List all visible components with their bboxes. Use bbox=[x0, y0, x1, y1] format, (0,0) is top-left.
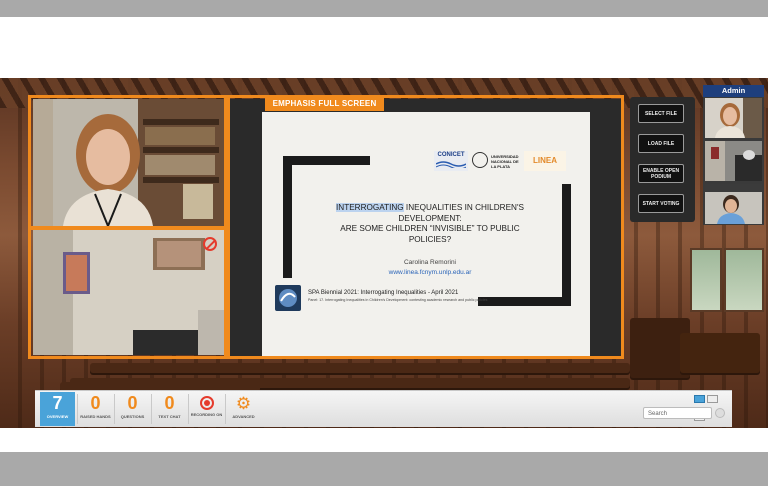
spa-logo-mark bbox=[279, 289, 297, 307]
overview-button[interactable]: 7 OVERVIEW bbox=[40, 392, 75, 426]
slide-footer-title: SPA Biennial 2021: Interrogating Inequal… bbox=[308, 290, 459, 296]
advanced-button[interactable]: ⚙ ADVANCED bbox=[226, 392, 261, 426]
recording-label: RECORDING ON bbox=[190, 412, 223, 417]
participant-video bbox=[705, 141, 762, 181]
load-file-button[interactable]: LOAD FILE bbox=[638, 134, 684, 153]
questions-label: QUESTIONS bbox=[120, 414, 145, 419]
slide-footer-subtitle: Panel: 17. Interrogating Inequalities in… bbox=[308, 298, 488, 302]
overview-count: 7 bbox=[52, 393, 63, 413]
enable-open-podium-button[interactable]: ENABLE OPEN PODIUM bbox=[638, 164, 684, 183]
emphasis-full-screen-button[interactable]: EMPHASIS FULL SCREEN bbox=[265, 96, 384, 111]
admin-video bbox=[705, 98, 762, 138]
video-tile-room[interactable] bbox=[33, 230, 224, 355]
slide-title: INTERROGATING INEQUALITIES IN CHILDREN'S… bbox=[336, 203, 524, 244]
video-tile-presenter[interactable] bbox=[33, 99, 224, 226]
participant-video-tile[interactable] bbox=[705, 184, 762, 224]
record-icon bbox=[199, 396, 214, 410]
grid-view-icon[interactable] bbox=[694, 395, 705, 403]
select-file-button[interactable]: SELECT FILE bbox=[638, 104, 684, 123]
search-icon[interactable] bbox=[715, 408, 725, 418]
linea-logo: LINEA bbox=[524, 151, 566, 171]
view-mode-switcher[interactable] bbox=[694, 395, 728, 421]
bottom-band bbox=[0, 452, 768, 486]
participant-video-tile[interactable] bbox=[705, 141, 762, 181]
conicet-waves bbox=[436, 161, 466, 168]
seat-block bbox=[680, 333, 760, 373]
text-chat-button[interactable]: 0 TEXT CHAT bbox=[152, 392, 187, 426]
slide-author: Carolina Remorini bbox=[403, 259, 457, 266]
raised-hands-button[interactable]: 0 RAISED HANDS bbox=[78, 392, 113, 426]
search-input[interactable]: Search bbox=[643, 407, 712, 419]
seat-row bbox=[90, 363, 630, 373]
unlp-seal-icon bbox=[472, 152, 488, 168]
recording-button[interactable]: RECORDING ON bbox=[189, 392, 224, 426]
slide-url: www.linea.fcnym.unlp.edu.ar bbox=[388, 269, 472, 276]
muted-icon[interactable] bbox=[203, 237, 217, 251]
room-video bbox=[33, 230, 224, 355]
raised-hands-label: RAISED HANDS bbox=[80, 414, 111, 419]
list-view-icon[interactable] bbox=[707, 395, 718, 403]
raised-hands-count: 0 bbox=[90, 393, 101, 413]
unlp-logo: UNIVERSIDAD NACIONAL DE LA PLATA bbox=[472, 150, 520, 172]
start-voting-button[interactable]: START VOTING bbox=[638, 194, 684, 213]
overview-label: OVERVIEW bbox=[46, 414, 69, 419]
questions-button[interactable]: 0 QUESTIONS bbox=[115, 392, 150, 426]
gear-icon: ⚙ bbox=[235, 394, 252, 413]
top-band bbox=[0, 0, 768, 17]
admin-label: Admin bbox=[703, 85, 764, 97]
presenter-video bbox=[33, 99, 224, 226]
conicet-logo: CONICET bbox=[434, 151, 468, 171]
frame-divider bbox=[31, 226, 226, 230]
text-chat-count: 0 bbox=[164, 393, 175, 413]
text-chat-label: TEXT CHAT bbox=[158, 414, 181, 419]
admin-video-tile[interactable] bbox=[705, 98, 762, 138]
window bbox=[690, 248, 722, 312]
window bbox=[724, 248, 764, 312]
advanced-label: ADVANCED bbox=[232, 414, 255, 419]
spa-logo bbox=[275, 285, 301, 311]
questions-count: 0 bbox=[127, 393, 138, 413]
participant-video bbox=[705, 184, 762, 224]
